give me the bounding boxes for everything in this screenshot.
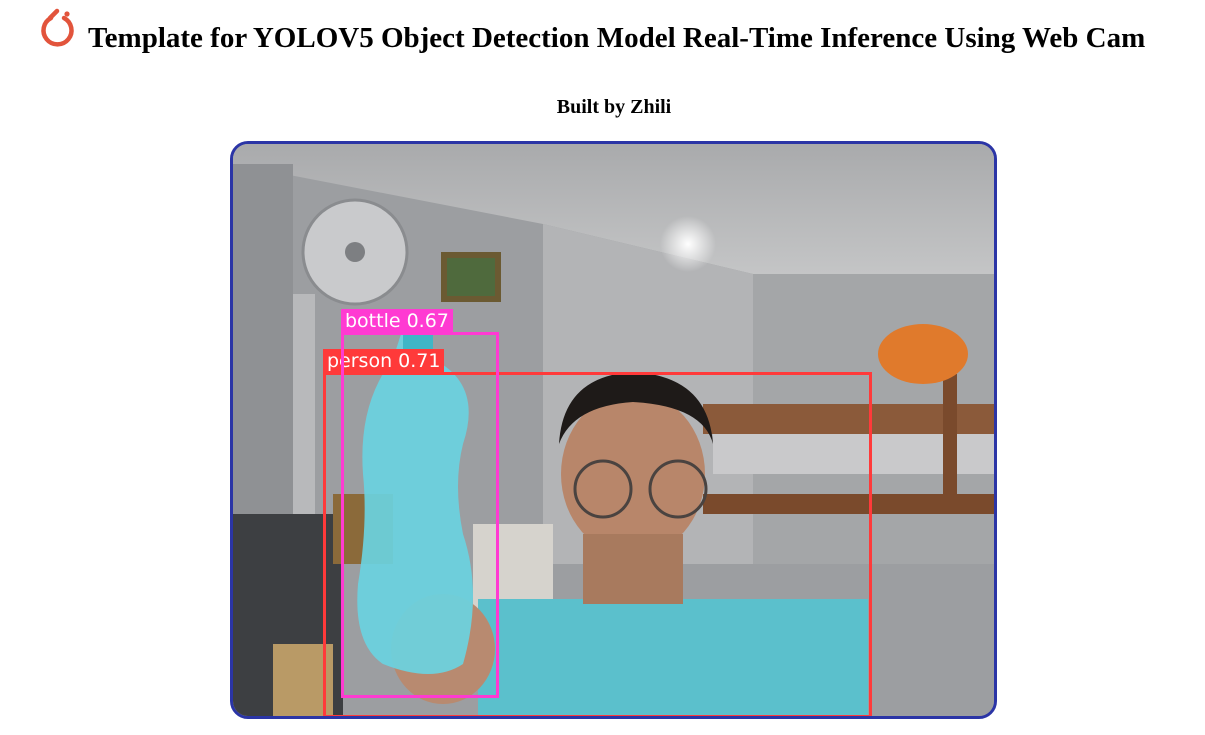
webcam-stream: person 0.71 bottle 0.67 bbox=[230, 141, 997, 719]
pytorch-logo-icon bbox=[41, 8, 74, 47]
page-title: Template for YOLOV5 Object Detection Mod… bbox=[88, 22, 1146, 54]
detection-box-bottle bbox=[341, 332, 499, 698]
detection-label-bottle: bottle 0.67 bbox=[341, 309, 453, 333]
page-subtitle: Built by Zhili bbox=[556, 96, 672, 118]
page-header: Template for YOLOV5 Object Detection Mod… bbox=[0, 0, 1205, 80]
